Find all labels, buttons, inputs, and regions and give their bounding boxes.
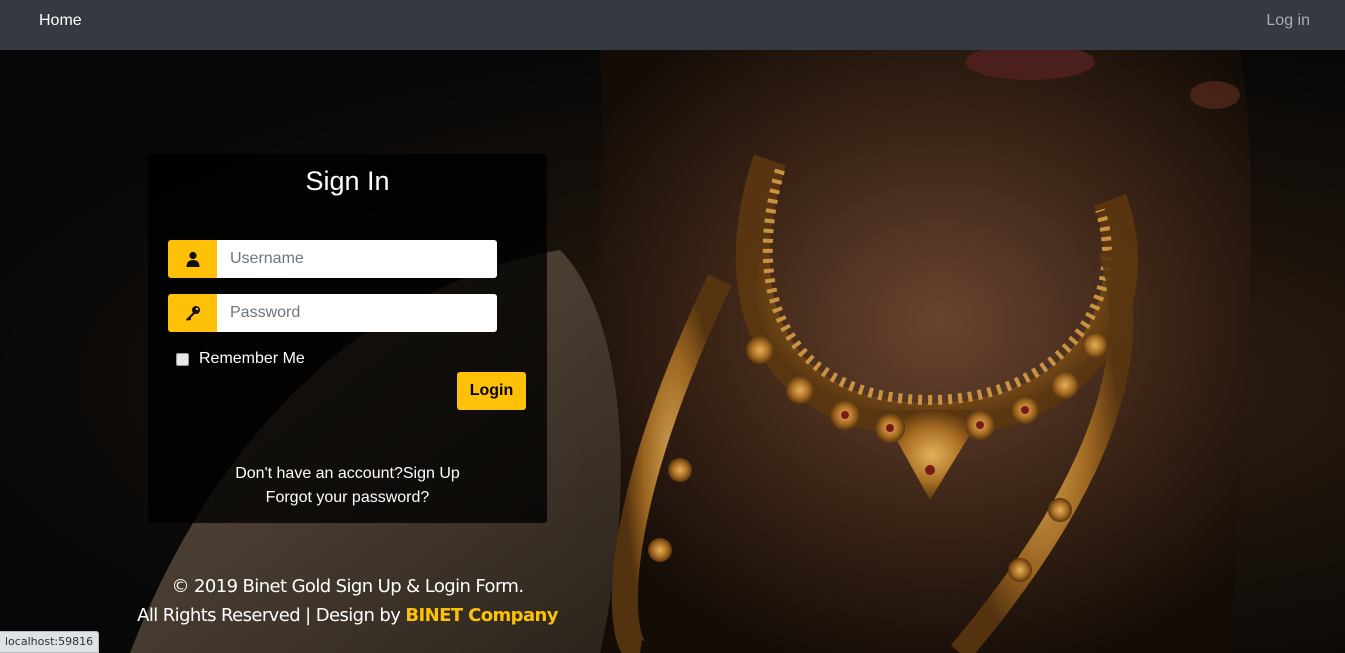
- remember-me: Remember Me: [176, 350, 305, 368]
- user-icon: [168, 240, 217, 278]
- browser-status-bar: localhost:59816: [0, 631, 100, 653]
- signup-link[interactable]: Sign Up: [403, 465, 460, 482]
- username-group: [168, 240, 497, 278]
- footer-brand-link[interactable]: BINET Company: [405, 605, 558, 626]
- nav-login-link[interactable]: Log in: [1266, 12, 1310, 30]
- footer-copyright: © 2019 Binet Gold Sign Up & Login Form.: [171, 576, 525, 597]
- password-input[interactable]: [217, 294, 497, 332]
- forgot-password-link[interactable]: Forgot your password?: [266, 489, 430, 506]
- footer-credits-text: All Rights Reserved | Design by: [137, 605, 406, 626]
- signup-prompt: Don't have an account?: [235, 465, 403, 482]
- account-links: Don't have an account?Sign Up Forgot you…: [148, 462, 547, 510]
- login-button[interactable]: Login: [457, 372, 526, 410]
- password-group: [168, 294, 497, 332]
- key-icon: [168, 294, 217, 332]
- username-input[interactable]: [217, 240, 497, 278]
- footer-credits: All Rights Reserved | Design by BINET Co…: [100, 601, 595, 630]
- navbar: Home Log in: [0, 0, 1345, 50]
- remember-me-checkbox[interactable]: [176, 352, 189, 366]
- sign-in-title: Sign In: [305, 166, 390, 196]
- sign-in-card: Sign In Remember Me Login Don't have an …: [148, 154, 547, 523]
- remember-me-label: Remember Me: [199, 350, 305, 367]
- nav-home-link[interactable]: Home: [39, 12, 82, 30]
- footer: © 2019 Binet Gold Sign Up & Login Form. …: [100, 572, 595, 630]
